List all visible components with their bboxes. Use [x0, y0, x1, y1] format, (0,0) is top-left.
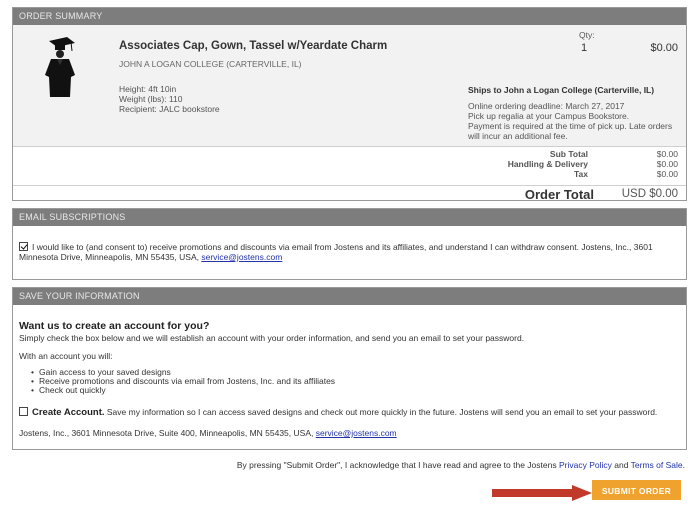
service-email-link[interactable]: service@jostens.com [201, 252, 282, 262]
agreement-text: By pressing "Submit Order", I acknowledg… [237, 460, 685, 470]
terms-of-sale-link[interactable]: Terms of Sale. [631, 460, 685, 470]
create-account-text: Save my information so I can access save… [106, 407, 658, 417]
subtotal-value: $0.00 [656, 149, 678, 159]
address-email-link[interactable]: service@jostens.com [316, 428, 397, 438]
privacy-policy-link[interactable]: Privacy Policy [559, 460, 612, 470]
shipping-info: Ships to John a Logan College (Cartervil… [468, 85, 686, 141]
order-summary-section: ORDER SUMMARY Associates Cap, Gown, Tass… [12, 7, 687, 202]
save-subtitle: Simply check the box below and we will e… [19, 333, 525, 343]
product-row: Associates Cap, Gown, Tassel w/Yeardate … [13, 25, 686, 147]
recipient-details: Height: 4ft 10in Weight (lbs): 110 Recip… [119, 84, 220, 114]
recipient-detail: Recipient: JALC bookstore [119, 104, 220, 114]
subtotal-label: Sub Total [549, 149, 588, 159]
totals-block: Sub Total $0.00 Handling & Delivery $0.00 … [488, 149, 678, 179]
order-total-label: Order Total [524, 187, 594, 202]
order-total-row: Order Total USD $0.00 [13, 185, 686, 202]
jostens-address: Jostens, Inc., 3601 Minnesota Drive, Sui… [19, 428, 397, 438]
submit-order-button[interactable]: SUBMIT ORDER ▶ [592, 480, 681, 516]
tax-label: Tax [573, 169, 588, 179]
save-with-account: With an account you will: [19, 351, 113, 361]
ordering-deadline: Online ordering deadline: March 27, 2017 [468, 101, 625, 111]
pickup-note: Pick up regalia at your Campus Bookstore… [468, 111, 630, 121]
save-title: Want us to create an account for you? [19, 320, 210, 332]
ships-to: Ships to John a Logan College (Cartervil… [468, 85, 655, 95]
save-information-section: SAVE YOUR INFORMATION Want us to create … [12, 287, 687, 450]
order-summary-header: ORDER SUMMARY [13, 8, 686, 25]
weight-detail: Weight (lbs): 110 [119, 94, 183, 104]
jostens-address-text: Jostens, Inc., 3601 Minnesota Drive, Sui… [19, 428, 314, 438]
create-account-label[interactable]: Create Account. [32, 407, 105, 418]
product-price: $0.00 [650, 42, 678, 54]
save-information-header: SAVE YOUR INFORMATION [13, 288, 686, 305]
graduation-gown-image [45, 37, 75, 97]
email-consent-text: I would like to (and consent to) receive… [19, 242, 653, 262]
create-account-checkbox[interactable] [19, 407, 28, 416]
email-consent: I would like to (and consent to) receive… [19, 242, 679, 262]
agreement-statement: By pressing "Submit Order", I acknowledg… [236, 460, 557, 470]
product-college: JOHN A LOGAN COLLEGE (CARTERVILLE, IL) [119, 59, 302, 69]
benefit-item: Check out quickly [31, 386, 335, 395]
benefits-list: Gain access to your saved designs Receiv… [31, 368, 335, 395]
qty-label: Qty: [579, 30, 595, 40]
order-total-value: USD $0.00 [621, 188, 678, 200]
handling-label: Handling & Delivery [507, 159, 588, 169]
email-subscriptions-section: EMAIL SUBSCRIPTIONS I would like to (and… [12, 208, 687, 280]
tax-value: $0.00 [656, 169, 678, 179]
payment-note: Payment is required at the time of pick … [468, 121, 673, 141]
checkout-frame: ORDER SUMMARY Associates Cap, Gown, Tass… [12, 7, 687, 516]
product-title: Associates Cap, Gown, Tassel w/Yeardate … [119, 40, 388, 52]
red-arrow-icon [492, 485, 592, 501]
handling-value: $0.00 [656, 159, 678, 169]
height-detail: Height: 4ft 10in [119, 84, 177, 94]
email-consent-checkbox[interactable] [19, 242, 28, 251]
qty-value: 1 [581, 42, 588, 54]
email-subscriptions-header: EMAIL SUBSCRIPTIONS [13, 209, 686, 226]
create-account-row: Create Account. Save my information so I… [19, 407, 679, 418]
agreement-and: and [614, 460, 629, 470]
